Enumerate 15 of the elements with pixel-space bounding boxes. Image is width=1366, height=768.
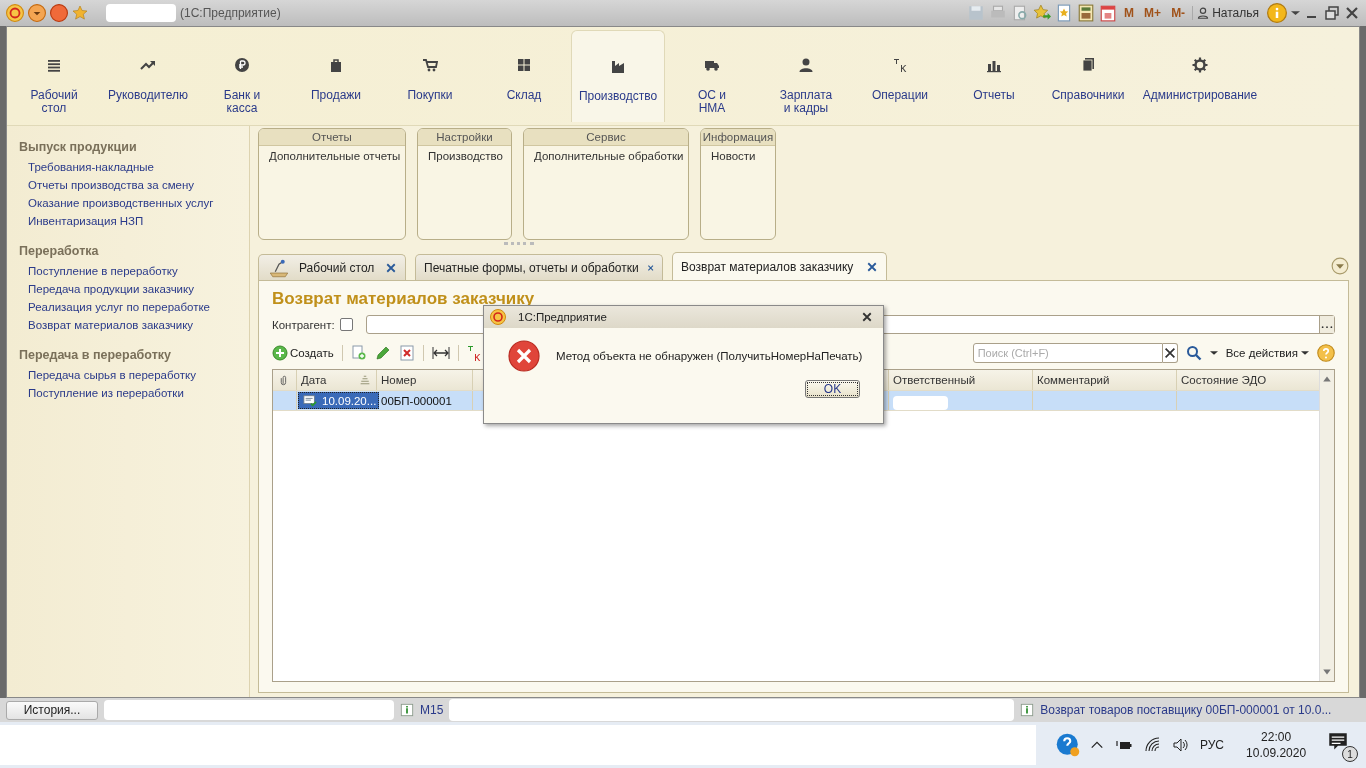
error-message: Метод объекта не обнаружен (ПолучитьНомерНаПечать) — [556, 350, 863, 362]
panel-group-title: Настройки — [418, 129, 511, 146]
panel-group-title: Отчеты — [259, 129, 405, 146]
nav-group-title: Выпуск продукции — [19, 140, 137, 154]
table-cell: 00БП-000001 — [381, 394, 452, 407]
panel-group-title: Информация — [701, 129, 775, 146]
nav-group-title: Передача в переработку — [19, 348, 171, 362]
panel-group-title: Сервис — [524, 129, 688, 146]
field-label: Контрагент: — [272, 318, 335, 331]
form-title: Возврат материалов заказчику — [272, 289, 536, 309]
nav-group-title: Переработка — [19, 244, 99, 258]
notification-badge: 1 — [1342, 746, 1358, 762]
table-cell: 10.09.20... — [322, 394, 377, 407]
window-title: (1С:Предприятие) — [180, 6, 281, 20]
dialog-title: 1С:Предприятие — [518, 311, 607, 323]
